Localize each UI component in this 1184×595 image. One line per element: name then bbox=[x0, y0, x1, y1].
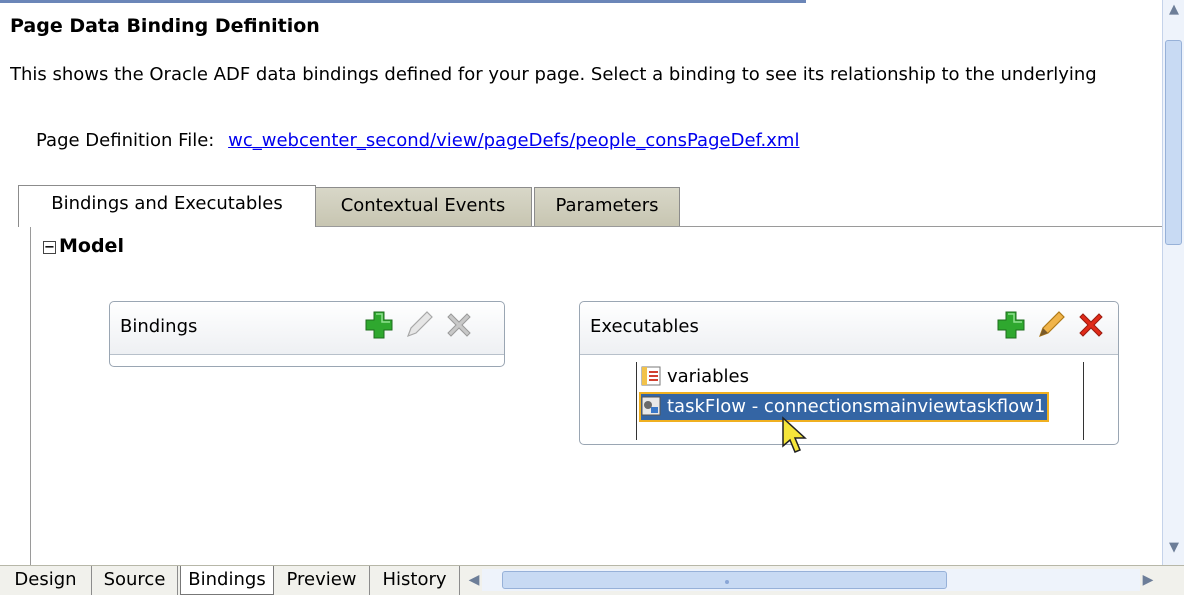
executable-label: variables bbox=[667, 366, 749, 387]
mouse-cursor-icon bbox=[782, 416, 807, 453]
bindings-card: Bindings bbox=[109, 301, 505, 367]
horizontal-scrollbar[interactable]: ◀ ▶ bbox=[466, 569, 1156, 591]
executable-item-variables[interactable]: variables bbox=[641, 362, 749, 392]
editor-bottom-bar: Design Source Bindings Preview History ◀… bbox=[0, 565, 1184, 595]
bottom-tab-source[interactable]: Source bbox=[92, 566, 178, 595]
page-definition-row: Page Definition File: wc_webcenter_secon… bbox=[36, 130, 799, 151]
top-border bbox=[0, 0, 806, 3]
bindings-panel: − Model Bindings Executables variables t… bbox=[30, 226, 1162, 566]
scroll-down-icon[interactable]: ▼ bbox=[1166, 540, 1182, 556]
scroll-left-icon[interactable]: ◀ bbox=[466, 569, 482, 591]
scroll-up-icon[interactable]: ▲ bbox=[1166, 2, 1182, 18]
vertical-scroll-thumb[interactable] bbox=[1165, 40, 1182, 245]
bottom-tab-preview[interactable]: Preview bbox=[274, 566, 370, 595]
bottom-tab-history[interactable]: History bbox=[370, 566, 460, 595]
taskflow-icon bbox=[641, 396, 661, 416]
model-section-header[interactable]: − Model bbox=[43, 235, 124, 257]
scroll-grip-icon bbox=[725, 580, 729, 584]
tab-bindings-and-executables[interactable]: Bindings and Executables bbox=[18, 185, 316, 227]
bindings-card-header: Bindings bbox=[110, 302, 504, 355]
bottom-tab-bindings[interactable]: Bindings bbox=[180, 566, 274, 595]
executables-card: Executables variables taskFlow - connect… bbox=[579, 301, 1119, 445]
executables-title: Executables bbox=[590, 316, 699, 337]
bindings-title: Bindings bbox=[120, 316, 198, 337]
tab-contextual-events[interactable]: Contextual Events bbox=[314, 187, 532, 227]
delete-icon[interactable] bbox=[1074, 308, 1108, 342]
edit-icon[interactable] bbox=[1034, 308, 1068, 342]
bottom-tab-design[interactable]: Design bbox=[0, 566, 92, 595]
executables-card-header: Executables bbox=[580, 302, 1118, 355]
model-label: Model bbox=[59, 235, 124, 257]
page-title: Page Data Binding Definition bbox=[10, 15, 320, 37]
executable-item-taskflow[interactable]: taskFlow - connectionsmainviewtaskflow1 bbox=[639, 392, 1050, 422]
tab-parameters[interactable]: Parameters bbox=[534, 187, 680, 227]
vertical-scrollbar[interactable]: ▲ ▼ bbox=[1162, 0, 1184, 565]
executable-label: taskFlow - connectionsmainviewtaskflow1 bbox=[667, 396, 1046, 417]
page-definition-label: Page Definition File: bbox=[36, 130, 215, 151]
edit-icon[interactable] bbox=[402, 308, 436, 342]
delete-icon[interactable] bbox=[442, 308, 476, 342]
executables-list: variables taskFlow - connectionsmainview… bbox=[636, 362, 1084, 440]
add-icon[interactable] bbox=[362, 308, 396, 342]
horizontal-scroll-thumb[interactable] bbox=[502, 571, 947, 589]
scroll-right-icon[interactable]: ▶ bbox=[1140, 569, 1156, 591]
horizontal-scroll-track[interactable] bbox=[482, 569, 1140, 591]
collapse-icon[interactable]: − bbox=[43, 241, 56, 254]
page-definition-link[interactable]: wc_webcenter_second/view/pageDefs/people… bbox=[228, 130, 799, 151]
intro-text: This shows the Oracle ADF data bindings … bbox=[10, 64, 1097, 85]
variables-icon bbox=[641, 366, 661, 386]
add-icon[interactable] bbox=[994, 308, 1028, 342]
